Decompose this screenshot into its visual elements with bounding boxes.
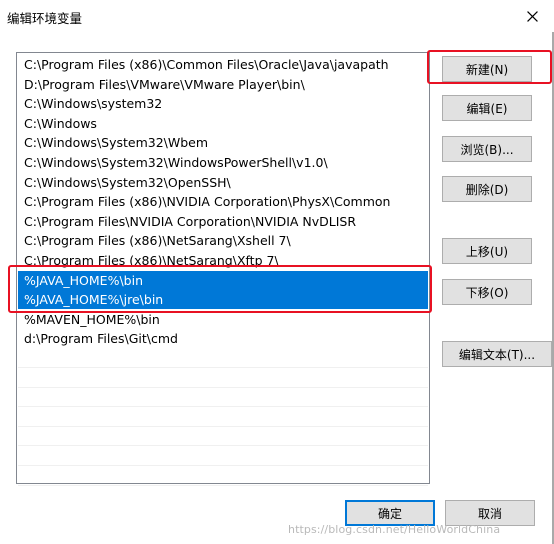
empty-list-row[interactable] (18, 467, 428, 486)
list-item[interactable]: d:\Program Files\Git\cmd (18, 329, 428, 348)
list-item[interactable]: C:\Program Files (x86)\Common Files\Orac… (18, 55, 428, 74)
close-button[interactable] (510, 0, 554, 32)
path-list[interactable]: C:\Program Files (x86)\Common Files\Orac… (16, 52, 430, 486)
list-item[interactable]: C:\Windows\System32\OpenSSH\ (18, 173, 428, 192)
empty-list-row[interactable] (18, 408, 428, 427)
edit-text-button[interactable]: 编辑文本(T)... (442, 341, 552, 367)
list-item[interactable]: %JAVA_HOME%\jre\bin (18, 290, 428, 310)
empty-list-row[interactable] (18, 427, 428, 447)
list-item[interactable]: C:\Windows\System32\Wbem (18, 133, 428, 152)
delete-button[interactable]: 删除(D) (442, 176, 532, 202)
close-icon (526, 10, 538, 22)
list-item[interactable]: %MAVEN_HOME%\bin (18, 310, 428, 329)
list-item[interactable]: C:\Program Files (x86)\NetSarang\Xshell … (18, 231, 428, 250)
empty-list-row[interactable] (18, 447, 428, 466)
list-item[interactable]: C:\Program Files (x86)\NVIDIA Corporatio… (18, 192, 428, 211)
move-up-button[interactable]: 上移(U) (442, 238, 532, 264)
watermark-text: https://blog.csdn.net/HelloWorldChina (288, 523, 501, 536)
list-item[interactable]: C:\Windows\System32\WindowsPowerShell\v1… (18, 153, 428, 172)
empty-list-row[interactable] (18, 369, 428, 388)
list-item[interactable]: C:\Windows (18, 114, 428, 133)
list-item[interactable]: C:\Windows\system32 (18, 94, 428, 113)
empty-list-row[interactable] (18, 388, 428, 408)
browse-button[interactable]: 浏览(B)... (442, 136, 532, 162)
new-button[interactable]: 新建(N) (442, 56, 532, 82)
list-item[interactable]: C:\Program Files\NVIDIA Corporation\NVID… (18, 212, 428, 231)
empty-list-row[interactable] (18, 349, 428, 368)
move-down-button[interactable]: 下移(O) (442, 279, 532, 305)
list-item[interactable]: C:\Program Files (x86)\NetSarang\Xftp 7\ (18, 251, 428, 270)
edit-button[interactable]: 编辑(E) (442, 95, 532, 121)
list-item[interactable]: D:\Program Files\VMware\VMware Player\bi… (18, 75, 428, 94)
title-bar: 编辑环境变量 (0, 0, 554, 32)
window-title: 编辑环境变量 (7, 11, 83, 26)
list-item[interactable]: %JAVA_HOME%\bin (18, 270, 428, 290)
